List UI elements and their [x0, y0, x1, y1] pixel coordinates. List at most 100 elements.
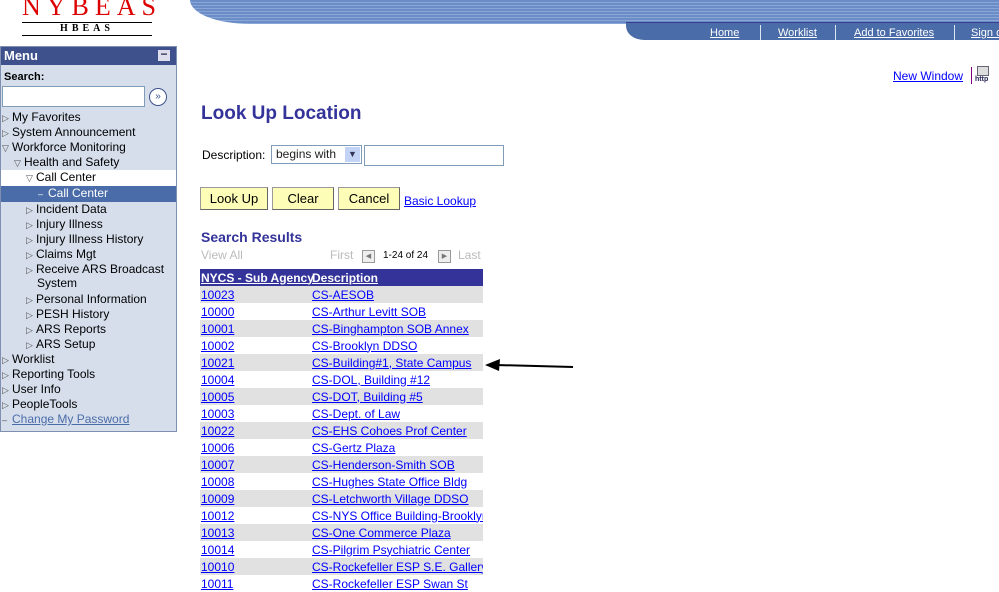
description-link[interactable]: CS-DOL, Building #12	[312, 373, 430, 387]
menu-item[interactable]: ▽ Health and Safety	[1, 155, 176, 170]
sub-agency-link[interactable]: 10012	[201, 509, 234, 523]
menu-item[interactable]: – Call Center	[1, 186, 176, 202]
sub-agency-link[interactable]: 10021	[201, 356, 234, 370]
column-header-description[interactable]: Description	[311, 269, 483, 286]
dash-icon: –	[38, 189, 44, 199]
sub-agency-link[interactable]: 10008	[201, 475, 234, 489]
menu-item[interactable]: ▷ System Announcement	[1, 125, 176, 140]
expand-triangle-icon: ▷	[2, 128, 9, 138]
sub-agency-cell: 10022	[200, 422, 311, 439]
sub-agency-link[interactable]: 10010	[201, 560, 234, 574]
results-table: NYCS - Sub Agency Description 10023 CS-AE…	[200, 269, 483, 592]
collapse-menu-icon[interactable]: −	[158, 48, 170, 61]
description-link[interactable]: CS-Letchworth Village DDSO	[312, 492, 469, 506]
look-up-button[interactable]: Look Up	[200, 187, 268, 210]
nav-worklist[interactable]: Worklist	[778, 27, 817, 39]
description-link[interactable]: CS-Dept. of Law	[312, 407, 400, 421]
new-window-link[interactable]: New Window	[893, 69, 963, 83]
sub-agency-link[interactable]: 10022	[201, 424, 234, 438]
sub-agency-cell: 10013	[200, 524, 311, 541]
clear-button[interactable]: Clear	[272, 187, 334, 210]
previous-icon[interactable]: ◀	[362, 250, 375, 263]
menu-item[interactable]: ▷ Worklist	[1, 352, 176, 367]
menu-item[interactable]: ▷ PeopleTools	[1, 397, 176, 412]
sub-agency-link[interactable]: 10009	[201, 492, 234, 506]
description-link[interactable]: CS-Binghampton SOB Annex	[312, 322, 469, 336]
nybeas-logo: NYBEAS HBEAS	[22, 0, 156, 36]
sub-agency-link[interactable]: 10013	[201, 526, 234, 540]
description-link[interactable]: CS-Pilgrim Psychiatric Center	[312, 543, 470, 557]
description-link[interactable]: CS-Building#1, State Campus	[312, 356, 471, 370]
description-link[interactable]: CS-Brooklyn DDSO	[312, 339, 417, 353]
description-cell: CS-Pilgrim Psychiatric Center	[311, 541, 483, 558]
search-go-icon[interactable]: »	[149, 88, 167, 106]
operator-select[interactable]: begins with ▼	[271, 145, 362, 164]
expand-triangle-icon: ▷	[26, 250, 33, 260]
http-icon[interactable]: http	[975, 66, 989, 83]
sub-agency-link[interactable]: 10001	[201, 322, 234, 336]
expand-triangle-icon: ▷	[2, 355, 9, 365]
table-row: 10021 CS-Building#1, State Campus	[200, 354, 483, 371]
menu-item[interactable]: ▷ Claims Mgt	[1, 247, 176, 262]
sub-agency-link[interactable]: 10014	[201, 543, 234, 557]
sub-agency-cell: 10005	[200, 388, 311, 405]
sub-agency-link[interactable]: 10000	[201, 305, 234, 319]
description-link[interactable]: CS-EHS Cohoes Prof Center	[312, 424, 467, 438]
description-link[interactable]: CS-Gertz Plaza	[312, 441, 395, 455]
expand-triangle-icon: ▷	[26, 235, 33, 245]
collapse-triangle-icon: ▽	[26, 173, 33, 183]
sub-agency-link[interactable]: 10011	[201, 577, 233, 591]
menu-item[interactable]: ▷ Incident Data	[1, 202, 176, 217]
description-link[interactable]: CS-Rockefeller ESP S.E. Gallery	[312, 560, 483, 574]
menu-item[interactable]: ▽ Call Center	[1, 170, 176, 186]
sub-agency-link[interactable]: 10007	[201, 458, 234, 472]
menu-item[interactable]: ▷ Reporting Tools	[1, 367, 176, 382]
menu-item[interactable]: ▷ User Info	[1, 382, 176, 397]
menu-item[interactable]: ▷ ARS Setup	[1, 337, 176, 352]
description-link[interactable]: CS-One Commerce Plaza	[312, 526, 451, 540]
menu-search-input[interactable]	[2, 86, 145, 107]
table-row: 10010 CS-Rockefeller ESP S.E. Gallery	[200, 558, 483, 575]
description-link[interactable]: CS-NYS Office Building-Brooklyn	[312, 509, 483, 523]
menu-item[interactable]: ▷ Personal Information	[1, 292, 176, 307]
description-link[interactable]: CS-Arthur Levitt SOB	[312, 305, 426, 319]
sub-agency-link[interactable]: 10006	[201, 441, 234, 455]
menu-item[interactable]: – Change My Password	[1, 412, 176, 427]
next-icon[interactable]: ▶	[438, 250, 451, 263]
cancel-button[interactable]: Cancel	[338, 187, 400, 210]
expand-triangle-icon: ▷	[26, 205, 33, 215]
table-row: 10014 CS-Pilgrim Psychiatric Center	[200, 541, 483, 558]
sub-agency-link[interactable]: 10004	[201, 373, 234, 387]
menu-item[interactable]: ▷ My Favorites	[1, 110, 176, 125]
menu-item[interactable]: ▷ Injury Illness	[1, 217, 176, 232]
description-link[interactable]: CS-Hughes State Office Bldg	[312, 475, 467, 489]
chevron-down-icon[interactable]: ▼	[345, 147, 360, 162]
collapse-triangle-icon: ▽	[2, 143, 9, 153]
nav-add-to-favorites[interactable]: Add to Favorites	[854, 27, 934, 39]
description-cell: CS-Henderson-Smith SOB	[311, 456, 483, 473]
sub-agency-link[interactable]: 10023	[201, 288, 234, 302]
description-cell: CS-Building#1, State Campus	[311, 354, 483, 371]
description-link[interactable]: CS-AESOB	[312, 288, 374, 302]
description-link[interactable]: CS-Henderson-Smith SOB	[312, 458, 455, 472]
menu-item[interactable]: ▷ Injury Illness History	[1, 232, 176, 247]
sub-agency-link[interactable]: 10005	[201, 390, 234, 404]
menu-item[interactable]: ▽ Workforce Monitoring	[1, 140, 176, 155]
description-cell: CS-Binghampton SOB Annex	[311, 320, 483, 337]
column-header-sub-agency[interactable]: NYCS - Sub Agency	[200, 269, 314, 286]
menu-item[interactable]: ▷ ARS Reports	[1, 322, 176, 337]
description-cell: CS-Rockefeller ESP S.E. Gallery	[311, 558, 483, 575]
description-link[interactable]: CS-Rockefeller ESP Swan St	[312, 577, 468, 591]
nav-home[interactable]: Home	[710, 27, 739, 39]
sub-agency-link[interactable]: 10002	[201, 339, 234, 353]
sub-agency-link[interactable]: 10003	[201, 407, 234, 421]
nav-sign-out[interactable]: Sign out	[971, 27, 999, 39]
menu-item[interactable]: ▷ PESH History	[1, 307, 176, 322]
view-all-link: View All	[201, 248, 243, 262]
table-row: 10000 CS-Arthur Levitt SOB	[200, 303, 483, 320]
menu-item[interactable]: ▷ Receive ARS Broadcast System	[1, 262, 176, 292]
description-link[interactable]: CS-DOT, Building #5	[312, 390, 423, 404]
basic-lookup-link[interactable]: Basic Lookup	[404, 194, 476, 208]
expand-triangle-icon: ▷	[2, 370, 9, 380]
description-input[interactable]	[364, 145, 504, 166]
